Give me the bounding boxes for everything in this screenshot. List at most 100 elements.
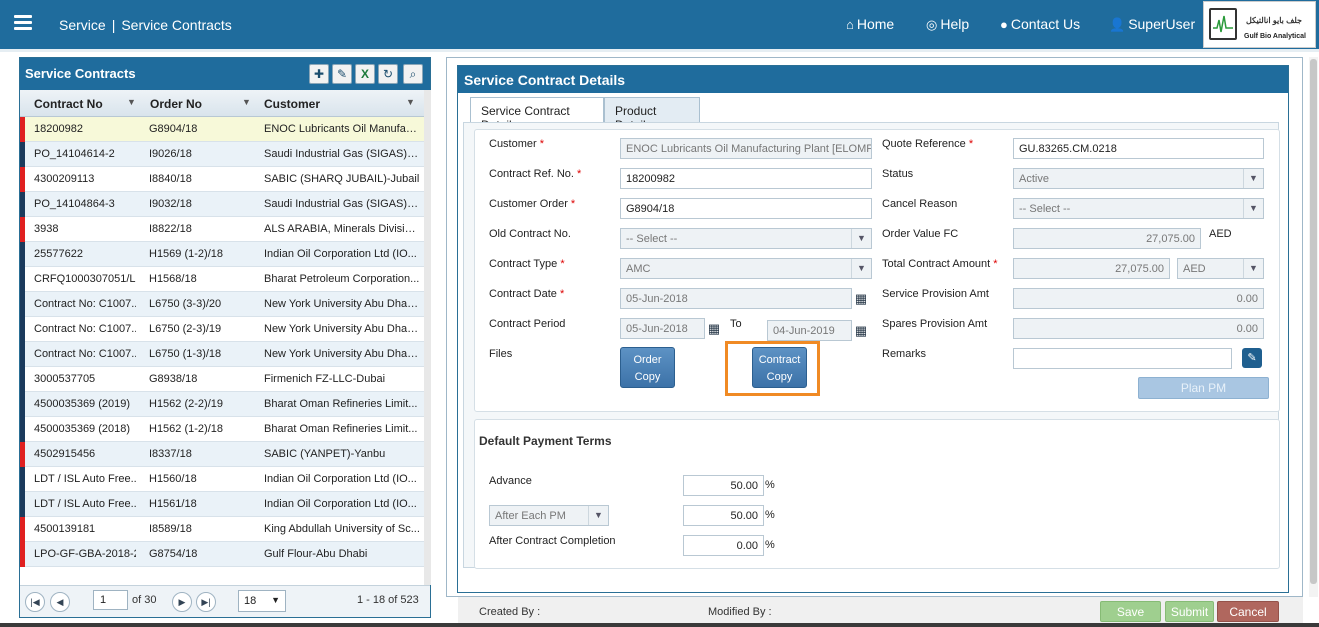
nav-superuser[interactable]: 👤 SuperUser — [1109, 16, 1195, 33]
edit-button[interactable]: ✎ — [332, 64, 352, 84]
cell-customer: King Abdullah University of Sc... — [264, 523, 420, 535]
nav-help[interactable]: ◎ Help — [926, 16, 969, 33]
company-logo: جلف بايو انالتيكل Gulf Bio Analytical — [1203, 1, 1316, 48]
after-each-pm-select[interactable]: After Each PM ▼ — [489, 505, 609, 526]
calendar-icon[interactable]: ▦ — [852, 290, 870, 308]
table-row[interactable]: 18200982 G8904/18 ENOC Lubricants Oil Manu… — [20, 117, 424, 142]
page-size-select[interactable]: 18 ▼ — [238, 590, 286, 612]
advance-percent: % — [765, 479, 775, 491]
table-row[interactable]: 3938 I8822/18 ALS ARABIA, Minerals Divisio… — [20, 217, 424, 242]
cell-contract-no: Contract No: C1007... — [34, 323, 136, 335]
table-row[interactable]: 4500035369 (2019) H1562 (2-2)/19 Bharat Om… — [20, 392, 424, 417]
refresh-button[interactable]: ↻ — [378, 64, 398, 84]
advance-input[interactable]: 50.00 — [683, 475, 764, 496]
table-row[interactable]: LPO-GF-GBA-2018-2... G8754/18 Gulf Flour-A… — [20, 542, 424, 567]
col-header-contract-no[interactable]: Contract No — [34, 97, 103, 111]
table-row[interactable]: PO_14104864-3 I9032/18 Saudi Industrial Ga… — [20, 192, 424, 217]
status-flag — [20, 192, 25, 217]
chevron-down-icon[interactable]: ▼ — [127, 97, 136, 107]
table-row[interactable]: 4300209113 I8840/18 SABIC (SHARQ JUBAIL)-J… — [20, 167, 424, 192]
calendar-icon[interactable]: ▦ — [852, 322, 870, 340]
table-row[interactable]: 25577622 H1569 (1-2)/18 Indian Oil Corpora… — [20, 242, 424, 267]
nav-contact-us[interactable]: ● Contact Us — [1000, 16, 1080, 32]
cell-customer: Indian Oil Corporation Ltd (IO... — [264, 248, 417, 260]
cell-order-no: H1561/18 — [149, 498, 197, 510]
table-row[interactable]: LDT / ISL Auto Free... H1560/18 Indian Oil… — [20, 467, 424, 492]
calendar-icon[interactable]: ▦ — [705, 320, 723, 338]
table-row[interactable]: Contract No: C1007... L6750 (3-3)/20 New Y… — [20, 292, 424, 317]
contract-ref-input[interactable]: 18200982 — [620, 168, 872, 189]
next-page-button[interactable]: ▶ — [172, 592, 192, 612]
cell-order-no: I8589/18 — [149, 523, 192, 535]
nav-home[interactable]: ⌂ Home — [846, 16, 894, 32]
customer-field[interactable]: ENOC Lubricants Oil Manufacturing Plant … — [620, 138, 872, 159]
submit-button[interactable]: Submit — [1165, 601, 1214, 622]
add-button[interactable]: ✚ — [309, 64, 329, 84]
pencil-icon: ✎ — [1247, 352, 1257, 364]
breadcrumb-service[interactable]: Service — [59, 17, 106, 33]
save-button[interactable]: Save — [1100, 601, 1161, 622]
details-title: Service Contract Details — [464, 72, 626, 88]
after-each-pm-input[interactable]: 50.00 — [683, 505, 764, 526]
cell-customer: Bharat Petroleum Corporation... — [264, 273, 420, 285]
prev-page-button[interactable]: ◀ — [50, 592, 70, 612]
status-flag — [20, 517, 25, 542]
cell-customer: SABIC (YANPET)-Yanbu — [264, 448, 386, 460]
table-row[interactable]: 4502915456 I8337/18 SABIC (YANPET)-Yanbu — [20, 442, 424, 467]
contract-type-select[interactable]: AMC ▼ — [620, 258, 872, 279]
period-from-input[interactable]: 05-Jun-2018 — [620, 318, 705, 339]
completion-input[interactable]: 0.00 — [683, 535, 764, 556]
cell-customer: Gulf Flour-Abu Dhabi — [264, 548, 368, 560]
chevron-down-icon[interactable]: ▼ — [242, 97, 251, 107]
status-select[interactable]: Active ▼ — [1013, 168, 1264, 189]
tab-product-details[interactable]: Product Details — [604, 97, 700, 132]
contract-date-input[interactable]: 05-Jun-2018 — [620, 288, 852, 309]
chevron-down-icon: ▼ — [1243, 169, 1263, 188]
col-header-customer[interactable]: Customer — [264, 97, 320, 111]
chevron-down-icon: ▼ — [271, 595, 280, 605]
chevron-down-icon: ▼ — [588, 506, 608, 525]
table-row[interactable]: Contract No: C1007... L6750 (1-3)/18 New Y… — [20, 342, 424, 367]
table-row[interactable]: Contract No: C1007... L6750 (2-3)/19 New Y… — [20, 317, 424, 342]
page-scrollbar-thumb[interactable] — [1310, 59, 1317, 584]
remarks-edit-button[interactable]: ✎ — [1242, 348, 1262, 368]
export-excel-button[interactable]: X — [355, 64, 375, 84]
status-label: Status — [882, 168, 914, 180]
total-currency-select[interactable]: AED ▼ — [1177, 258, 1264, 279]
last-page-button[interactable]: ▶| — [196, 592, 216, 612]
service-provision-input[interactable]: 0.00 — [1013, 288, 1264, 309]
page-number-input[interactable]: 1 — [93, 590, 128, 610]
cell-contract-no: 25577622 — [34, 248, 83, 260]
order-copy-button[interactable]: Order Copy — [620, 347, 675, 388]
period-to-input[interactable]: 04-Jun-2019 — [767, 320, 852, 341]
table-row[interactable]: 4500139181 I8589/18 King Abdullah Universi… — [20, 517, 424, 542]
page-scrollbar[interactable] — [1309, 57, 1318, 597]
cancel-reason-select[interactable]: -- Select -- ▼ — [1013, 198, 1264, 219]
col-header-order-no[interactable]: Order No — [150, 97, 202, 111]
quote-ref-input[interactable]: GU.83265.CM.0218 — [1013, 138, 1264, 159]
breadcrumb-service-contracts[interactable]: Service Contracts — [121, 17, 231, 33]
spares-provision-input[interactable]: 0.00 — [1013, 318, 1264, 339]
remarks-input[interactable] — [1013, 348, 1232, 369]
total-amount-input[interactable]: 27,075.00 — [1013, 258, 1170, 279]
old-contract-select[interactable]: -- Select -- ▼ — [620, 228, 872, 249]
chevron-down-icon[interactable]: ▼ — [406, 97, 415, 107]
order-value-input[interactable]: 27,075.00 — [1013, 228, 1201, 249]
table-row[interactable]: CRFQ1000307051/L... H1568/18 Bharat Petrol… — [20, 267, 424, 292]
plan-pm-button[interactable]: Plan PM — [1138, 377, 1269, 399]
record-range: 1 - 18 of 523 — [357, 594, 419, 606]
first-page-button[interactable]: |◀ — [25, 592, 45, 612]
customer-order-input[interactable]: G8904/18 — [620, 198, 872, 219]
hamburger-menu-icon[interactable] — [14, 15, 32, 30]
cancel-button[interactable]: Cancel — [1217, 601, 1279, 622]
cell-contract-no: 4500035369 (2018) — [34, 423, 131, 435]
grid-header: Contract No ▼ Order No ▼ Customer ▼ — [20, 90, 424, 117]
tab-service-contract-details[interactable]: Service Contract Details — [470, 97, 604, 132]
to-label: To — [730, 318, 742, 330]
table-row[interactable]: LDT / ISL Auto Free... H1561/18 Indian Oil… — [20, 492, 424, 517]
search-button[interactable]: ⌕ — [403, 64, 423, 84]
grid-scrollbar[interactable] — [424, 90, 431, 585]
table-row[interactable]: 4500035369 (2018) H1562 (1-2)/18 Bharat Om… — [20, 417, 424, 442]
table-row[interactable]: PO_14104614-2 I9026/18 Saudi Industrial Ga… — [20, 142, 424, 167]
table-row[interactable]: 3000537705 G8938/18 Firmenich FZ-LLC-Dubai — [20, 367, 424, 392]
